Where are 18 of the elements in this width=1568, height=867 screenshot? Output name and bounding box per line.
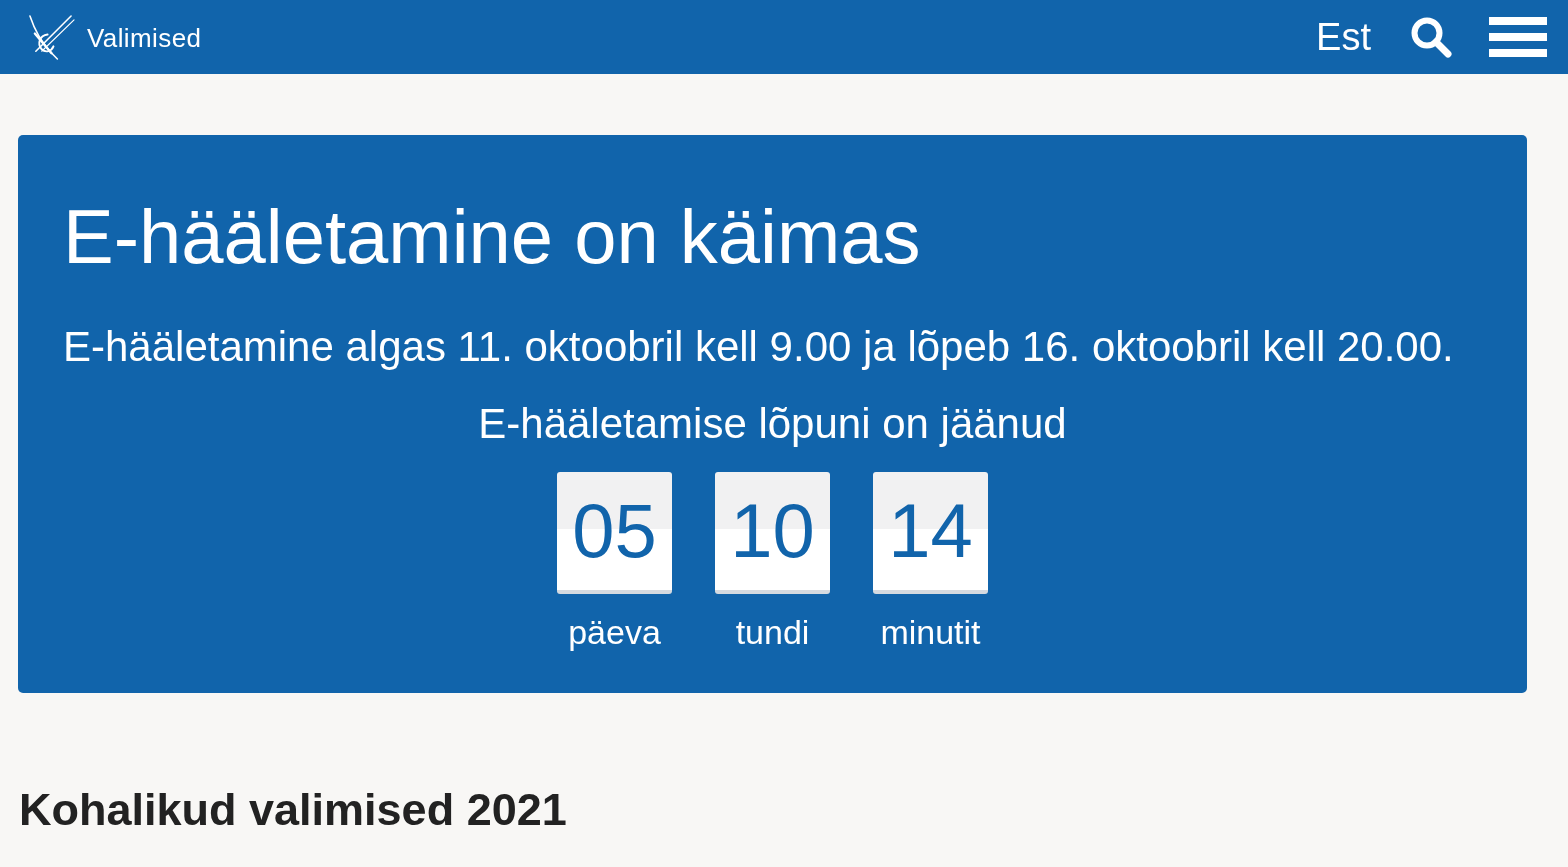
countdown-unit: tundi xyxy=(735,612,810,653)
menu-button[interactable] xyxy=(1489,17,1547,57)
section-title: Kohalikud valimised 2021 xyxy=(19,783,568,837)
countdown-number: 05 xyxy=(572,491,657,571)
language-link[interactable]: Est xyxy=(1316,15,1371,59)
search-button[interactable] xyxy=(1410,16,1452,58)
logo-text: Valimised xyxy=(87,21,202,54)
banner-title: E-hääletamine on käimas xyxy=(63,193,922,281)
menu-icon xyxy=(1489,17,1547,57)
logo-icon xyxy=(28,13,75,61)
banner-subtitle: E-hääletamine algas 11. oktoobril kell 9.00 ja lõpeb 16. oktoobril kell 20.00. xyxy=(63,322,1455,372)
countdown-label: E-hääletamise lõpuni on jäänud xyxy=(478,399,1067,449)
countdown-unit: päeva xyxy=(568,612,661,653)
logo-link[interactable]: Valimised xyxy=(28,13,202,61)
search-icon xyxy=(1410,16,1452,58)
countdown-unit: minutit xyxy=(880,612,981,653)
countdown-number: 10 xyxy=(730,491,815,571)
countdown-number: 14 xyxy=(888,491,973,571)
